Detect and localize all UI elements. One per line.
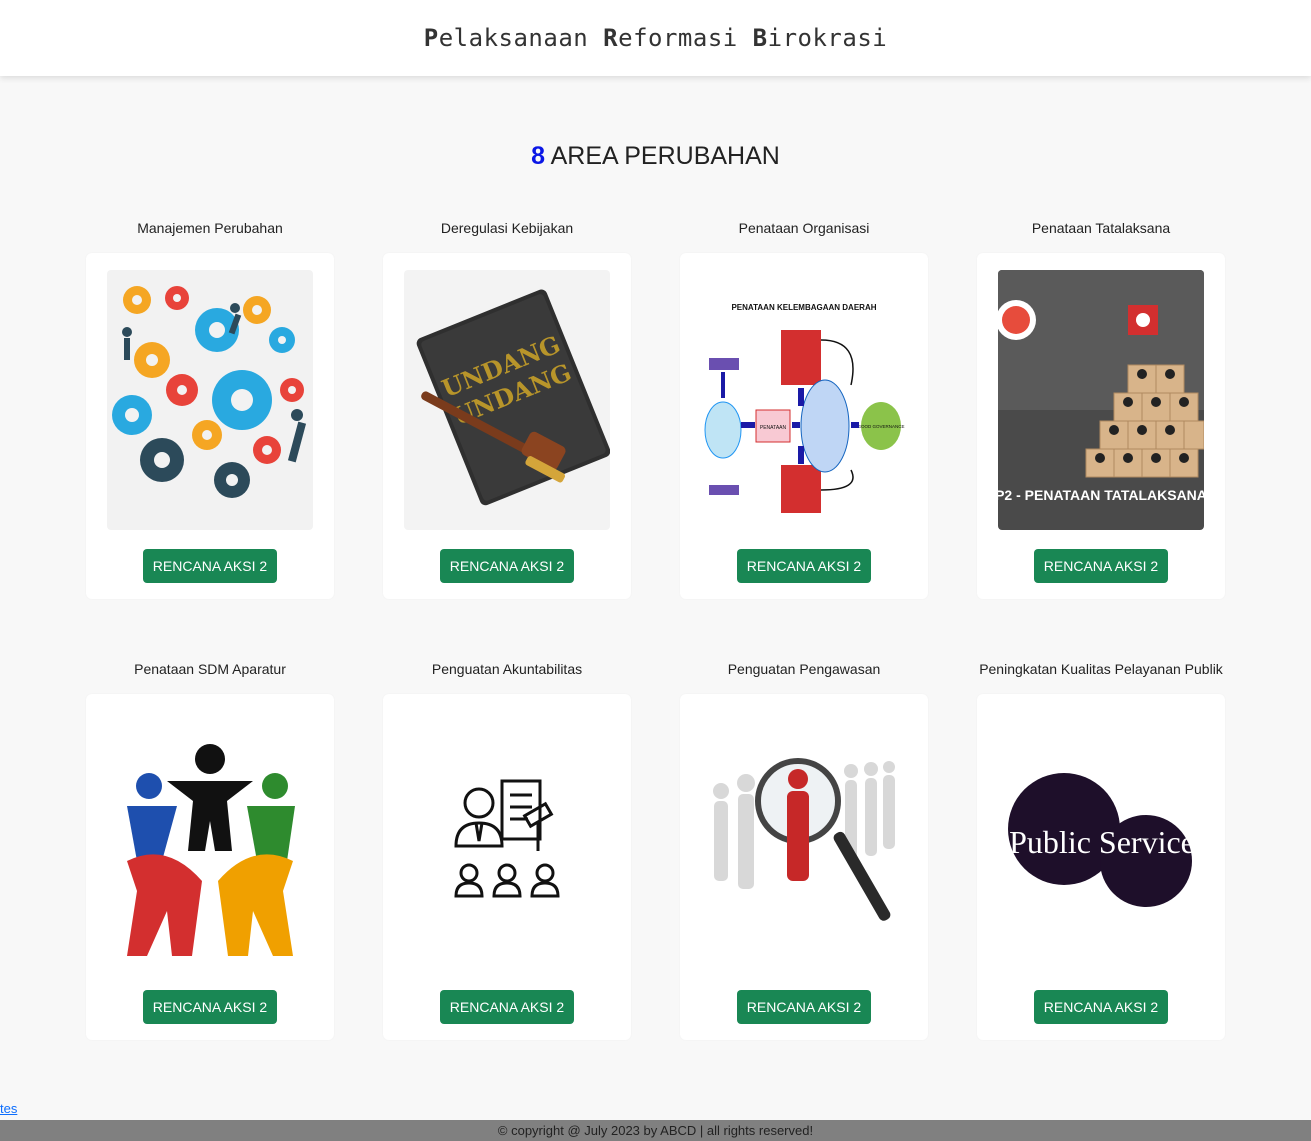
area-label: Penataan Tatalaksana bbox=[1031, 220, 1171, 236]
area-label: Deregulasi Kebijakan bbox=[440, 220, 574, 236]
area-label: Penguatan Pengawasan bbox=[727, 661, 881, 677]
title-cap-2: R bbox=[603, 24, 619, 52]
area-label: Peningkatan Kualitas Pelayanan Publik bbox=[979, 661, 1223, 677]
copyright-text: © copyright @ July 2023 by ABCD | all ri… bbox=[497, 1123, 814, 1138]
svg-text:GOOD GOVERNANCE: GOOD GOVERNANCE bbox=[857, 424, 904, 429]
site-title: Pelaksanaan Reformasi Birokrasi bbox=[424, 24, 887, 52]
tes-link[interactable]: tes bbox=[0, 1101, 17, 1116]
accountability-icon bbox=[404, 711, 610, 971]
title-cap-1: P bbox=[423, 24, 439, 52]
area-card: RENCANA AKSI 2 bbox=[680, 694, 928, 1040]
org-diagram-icon: PENATAAN KELEMBAGAAN DAERAH PENATAAN GOO… bbox=[701, 270, 907, 530]
public-service-icon: Public Service bbox=[998, 711, 1204, 971]
title-word-1: elaksanaan bbox=[438, 24, 604, 52]
area-card: Public Service RENCANA AKSI 2 bbox=[977, 694, 1225, 1040]
law-book-gavel-icon: UNDANG UNDANG bbox=[404, 270, 610, 530]
rencana-aksi-button[interactable]: RENCANA AKSI 2 bbox=[440, 990, 574, 1024]
section-title: AREA PERUBAHAN bbox=[550, 142, 780, 170]
rencana-aksi-button[interactable]: RENCANA AKSI 2 bbox=[737, 990, 871, 1024]
area-label: Penguatan Akuntabilitas bbox=[431, 661, 583, 677]
rencana-aksi-button[interactable]: RENCANA AKSI 2 bbox=[143, 990, 277, 1024]
area-card: PENATAAN KELEMBAGAAN DAERAH PENATAAN GOO… bbox=[680, 253, 928, 599]
footer-bar: © copyright @ July 2023 by ABCD | all ri… bbox=[0, 1120, 1311, 1141]
area-card: RENCANA AKSI 2 bbox=[86, 694, 334, 1040]
area-card: RENCANA AKSI 2 bbox=[383, 694, 631, 1040]
svg-text:Public Service: Public Service bbox=[1009, 824, 1195, 860]
area-label: Penataan SDM Aparatur bbox=[134, 661, 286, 677]
area-count: 8 bbox=[531, 142, 546, 170]
rencana-aksi-button[interactable]: RENCANA AKSI 2 bbox=[737, 549, 871, 583]
rencana-aksi-button[interactable]: RENCANA AKSI 2 bbox=[440, 549, 574, 583]
rencana-aksi-button[interactable]: RENCANA AKSI 2 bbox=[143, 549, 277, 583]
title-cap-3: B bbox=[752, 24, 768, 52]
gears-people-icon bbox=[107, 270, 313, 530]
title-word-3: irokrasi bbox=[767, 24, 888, 52]
area-card: P2 - PENATAAN TATALAKSANA RENCANA AKSI 2 bbox=[977, 253, 1225, 599]
section-heading: 8 AREA PERUBAHAN bbox=[0, 142, 1311, 171]
area-card: UNDANG UNDANG RENCANA AKSI 2 bbox=[383, 253, 631, 599]
title-word-2: eformasi bbox=[618, 24, 753, 52]
people-circle-icon bbox=[107, 711, 313, 971]
people-pyramid-icon: P2 - PENATAAN TATALAKSANA bbox=[998, 270, 1204, 530]
svg-text:PENATAAN KELEMBAGAAN DAERAH: PENATAAN KELEMBAGAAN DAERAH bbox=[731, 303, 876, 312]
area-label: Manajemen Perubahan bbox=[137, 220, 283, 236]
area-label: Penataan Organisasi bbox=[738, 220, 870, 236]
area-card: RENCANA AKSI 2 bbox=[86, 253, 334, 599]
svg-text:P2 - PENATAAN TATALAKSANA: P2 - PENATAAN TATALAKSANA bbox=[998, 487, 1204, 503]
top-header: Pelaksanaan Reformasi Birokrasi bbox=[0, 0, 1311, 76]
svg-text:PENATAAN: PENATAAN bbox=[760, 425, 787, 431]
rencana-aksi-button[interactable]: RENCANA AKSI 2 bbox=[1034, 549, 1168, 583]
magnifier-people-icon bbox=[701, 711, 907, 971]
rencana-aksi-button[interactable]: RENCANA AKSI 2 bbox=[1034, 990, 1168, 1024]
